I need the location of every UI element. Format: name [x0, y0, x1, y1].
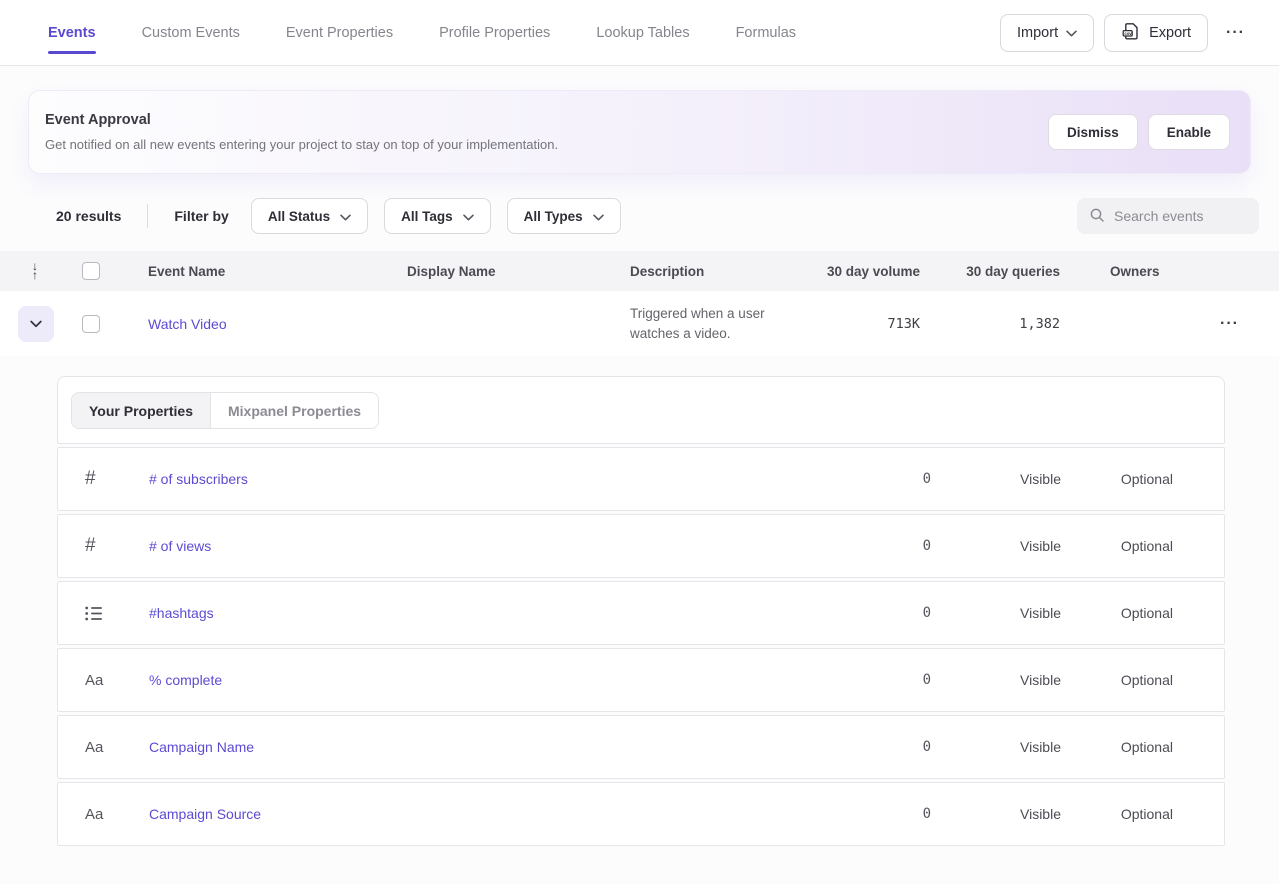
properties-panel: Your Properties Mixpanel Properties # # …: [57, 376, 1225, 846]
events-table-header: ↓↑ Event Name Display Name Description 3…: [0, 251, 1279, 291]
property-visibility[interactable]: Visible: [931, 605, 1071, 621]
property-row: # # of subscribers 0 Visible Optional: [57, 447, 1225, 511]
hash-icon: #: [58, 535, 149, 557]
col-owners: Owners: [1070, 264, 1180, 279]
property-row: Aa Campaign Source 0 Visible Optional: [57, 782, 1225, 846]
text-icon: Aa: [58, 806, 149, 823]
all-status-dropdown[interactable]: All Status: [251, 198, 368, 234]
export-label: Export: [1149, 25, 1191, 41]
export-button[interactable]: csv Export: [1104, 14, 1208, 52]
property-row: Aa % complete 0 Visible Optional: [57, 648, 1225, 712]
all-tags-label: All Tags: [401, 209, 453, 224]
property-requirement[interactable]: Optional: [1071, 538, 1181, 554]
property-requirement[interactable]: Optional: [1071, 806, 1181, 822]
banner-title: Event Approval: [45, 110, 558, 132]
top-navigation: Events Custom Events Event Properties Pr…: [0, 0, 1279, 66]
tab-mixpanel-properties[interactable]: Mixpanel Properties: [211, 393, 378, 428]
property-name-link[interactable]: Campaign Source: [149, 806, 821, 822]
property-requirement[interactable]: Optional: [1071, 471, 1181, 487]
property-visibility[interactable]: Visible: [931, 471, 1071, 487]
row-checkbox[interactable]: [82, 315, 100, 333]
property-name-link[interactable]: # of views: [149, 538, 821, 554]
csv-file-icon: csv: [1121, 21, 1141, 45]
property-row: # # of views 0 Visible Optional: [57, 514, 1225, 578]
event-approval-banner: Event Approval Get notified on all new e…: [28, 90, 1251, 174]
chevron-down-icon: [30, 316, 42, 331]
all-types-dropdown[interactable]: All Types: [507, 198, 621, 234]
tab-formulas[interactable]: Formulas: [736, 0, 796, 65]
event-30-day-volume: 713K: [820, 316, 930, 332]
property-visibility[interactable]: Visible: [931, 672, 1071, 688]
import-label: Import: [1017, 25, 1058, 41]
divider: [147, 204, 148, 228]
chevron-down-icon: [463, 209, 474, 224]
text-icon: Aa: [58, 672, 149, 689]
property-requirement[interactable]: Optional: [1071, 605, 1181, 621]
property-query-count: 0: [821, 605, 931, 621]
hash-icon: #: [58, 468, 149, 490]
event-description: Triggered when a user watches a video.: [630, 304, 798, 344]
nav-tabs: Events Custom Events Event Properties Pr…: [48, 0, 796, 65]
list-icon: [58, 606, 149, 621]
row-more-options-button[interactable]: ···: [1212, 315, 1247, 333]
all-tags-dropdown[interactable]: All Tags: [384, 198, 491, 234]
search-icon: [1089, 207, 1105, 226]
tab-profile-properties[interactable]: Profile Properties: [439, 0, 550, 65]
collapse-row-button[interactable]: [18, 306, 54, 342]
col-30-day-queries: 30 day queries: [930, 264, 1070, 279]
banner-description: Get notified on all new events entering …: [45, 135, 558, 155]
search-events-box[interactable]: [1077, 198, 1259, 234]
property-name-link[interactable]: #hashtags: [149, 605, 821, 621]
tab-custom-events[interactable]: Custom Events: [142, 0, 240, 65]
col-event-name: Event Name: [148, 264, 407, 279]
chevron-down-icon: [1066, 25, 1077, 41]
all-status-label: All Status: [268, 209, 330, 224]
filter-by-label: Filter by: [174, 208, 228, 224]
text-icon: Aa: [58, 739, 149, 756]
search-input[interactable]: [1114, 208, 1247, 224]
col-description: Description: [630, 264, 820, 279]
tab-event-properties[interactable]: Event Properties: [286, 0, 393, 65]
dismiss-button[interactable]: Dismiss: [1048, 114, 1138, 150]
chevron-down-icon: [593, 209, 604, 224]
property-query-count: 0: [821, 806, 931, 822]
property-row: #hashtags 0 Visible Optional: [57, 581, 1225, 645]
property-name-link[interactable]: Campaign Name: [149, 739, 821, 755]
tab-events[interactable]: Events: [48, 0, 96, 65]
results-count: 20 results: [56, 208, 121, 224]
property-row: Aa Campaign Name 0 Visible Optional: [57, 715, 1225, 779]
more-options-button[interactable]: ···: [1218, 24, 1253, 42]
event-name-link[interactable]: Watch Video: [148, 316, 227, 332]
chevron-down-icon: [340, 209, 351, 224]
property-name-link[interactable]: % complete: [149, 672, 821, 688]
all-types-label: All Types: [524, 209, 583, 224]
property-requirement[interactable]: Optional: [1071, 672, 1181, 688]
properties-tabs-card: Your Properties Mixpanel Properties: [57, 376, 1225, 444]
col-30-day-volume: 30 day volume: [820, 264, 930, 279]
property-query-count: 0: [821, 538, 931, 554]
import-button[interactable]: Import: [1000, 14, 1094, 52]
col-display-name: Display Name: [407, 264, 630, 279]
property-query-count: 0: [821, 471, 931, 487]
property-visibility[interactable]: Visible: [931, 739, 1071, 755]
svg-text:csv: csv: [1124, 30, 1132, 35]
property-requirement[interactable]: Optional: [1071, 739, 1181, 755]
filter-toolbar: 20 results Filter by All Status All Tags…: [0, 198, 1279, 234]
tab-your-properties[interactable]: Your Properties: [72, 393, 211, 428]
enable-button[interactable]: Enable: [1148, 114, 1230, 150]
property-visibility[interactable]: Visible: [931, 806, 1071, 822]
collapse-all-icon[interactable]: ↓↑: [18, 262, 52, 280]
select-all-checkbox[interactable]: [82, 262, 100, 280]
property-query-count: 0: [821, 672, 931, 688]
event-30-day-queries: 1,382: [930, 316, 1070, 332]
event-row-watch-video: Watch Video Triggered when a user watche…: [0, 291, 1279, 356]
property-visibility[interactable]: Visible: [931, 538, 1071, 554]
tab-lookup-tables[interactable]: Lookup Tables: [596, 0, 689, 65]
property-query-count: 0: [821, 739, 931, 755]
property-name-link[interactable]: # of subscribers: [149, 471, 821, 487]
